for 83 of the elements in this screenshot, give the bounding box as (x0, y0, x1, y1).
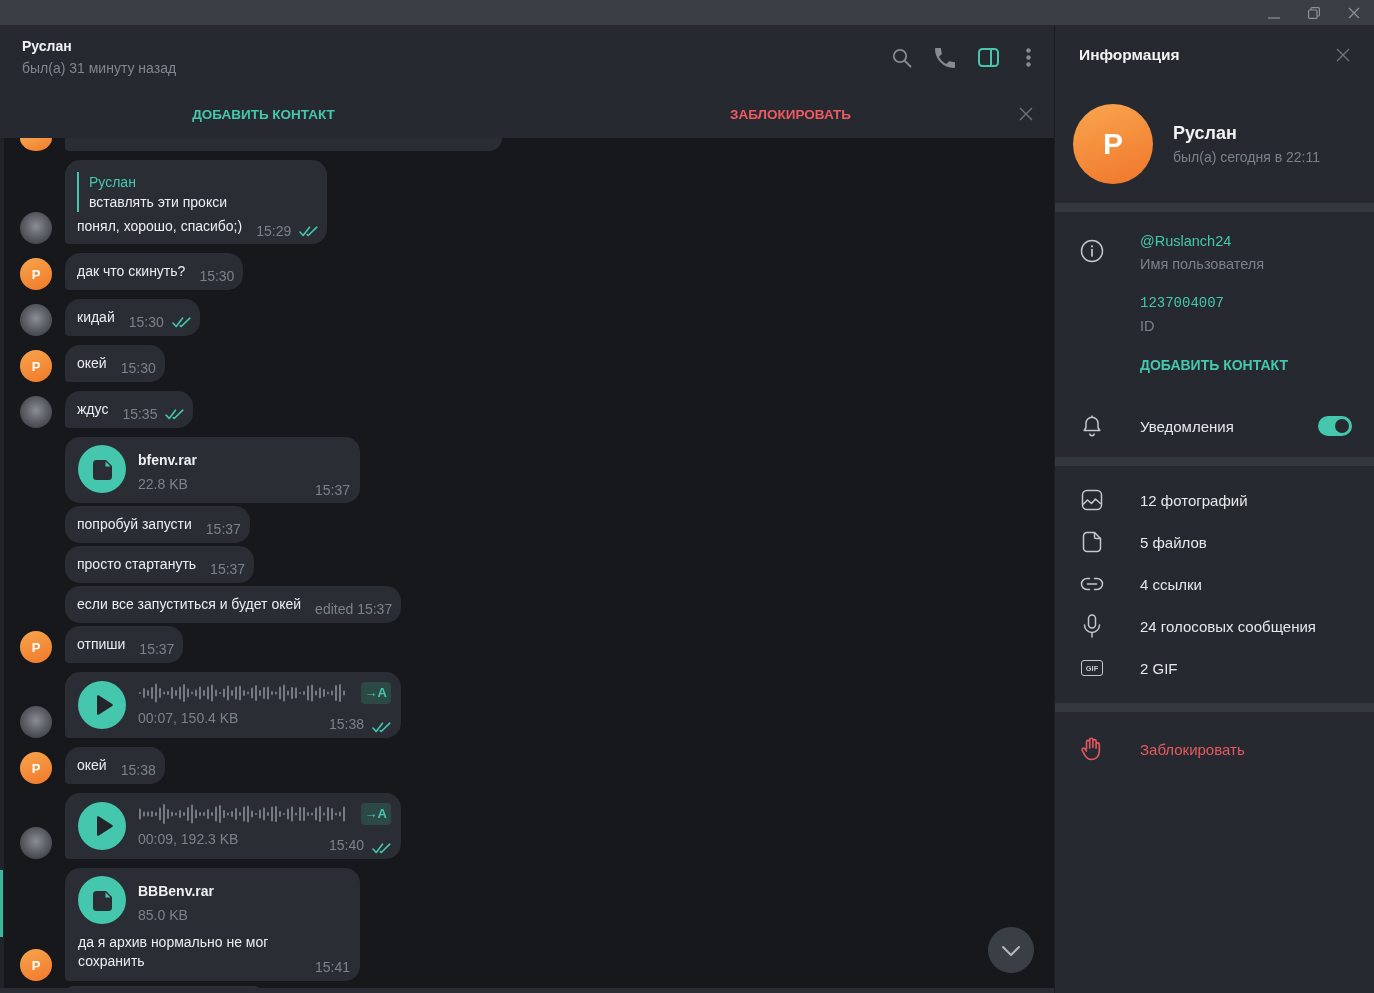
notifications-toggle[interactable] (1318, 416, 1352, 436)
message-text: ждус (77, 400, 109, 419)
message-text: понял, хорошо, спасибо;) (77, 217, 243, 236)
avatar-photo[interactable] (20, 304, 52, 336)
file-icon[interactable] (78, 445, 126, 493)
contact-name: Руслан (22, 37, 73, 55)
message-time: 15:30 (199, 268, 235, 284)
play-button-icon[interactable] (78, 802, 126, 850)
sidebar-toggle-icon[interactable] (978, 48, 999, 67)
reply-author: Руслан (89, 173, 137, 192)
profile-avatar: Р (1073, 104, 1153, 184)
document-icon (1080, 531, 1104, 553)
search-icon[interactable] (892, 47, 912, 68)
link-icon (1080, 577, 1104, 591)
block-button[interactable]: ЗАБЛОКИРОВАТЬ (527, 90, 1054, 138)
message-time: 15:40 (328, 837, 364, 853)
username[interactable]: @Ruslanch24 (1140, 231, 1265, 251)
last-seen-status: был(а) 31 минуту назад (22, 59, 178, 78)
close-icon[interactable] (1336, 48, 1350, 62)
message-text: дак что скинуть? (77, 262, 186, 281)
info-icon (1080, 238, 1104, 263)
waveform-drawing[interactable] (138, 682, 348, 704)
file-name: bfenv.rar (138, 451, 197, 469)
message-time: 15:38 (328, 716, 364, 732)
avatar[interactable] (20, 138, 52, 151)
message-text: просто стартануть (77, 555, 197, 574)
avatar-photo[interactable] (20, 212, 52, 244)
message-text: отпиши (77, 635, 126, 654)
message-time: 15:37 (205, 521, 241, 537)
add-contact-button[interactable]: ДОБАВИТЬ КОНТАКТ (0, 90, 527, 138)
waveform-drawing[interactable] (138, 803, 348, 825)
message-time: 15:37 (314, 482, 350, 498)
reply-text: вставлять эти прокси (89, 193, 228, 212)
message-time: 15:37 (210, 561, 246, 577)
file-size: 85.0 KB (138, 906, 189, 924)
message-time: 15:30 (120, 360, 156, 376)
hand-icon (1080, 737, 1102, 761)
message-text: попробуй запусти (77, 515, 192, 534)
phone-icon[interactable] (935, 47, 955, 68)
block-user-button[interactable]: Заблокировать (1080, 728, 1245, 770)
message-time: 15:41 (314, 959, 350, 975)
transcribe-button[interactable]: →A (360, 803, 391, 825)
voice-duration-size: 00:09, 192.3 KB (138, 830, 239, 848)
avatar-photo[interactable] (20, 706, 52, 738)
close-icon[interactable] (1019, 107, 1033, 121)
active-indicator (0, 870, 3, 937)
file-name: BBBenv.rar (138, 882, 214, 900)
detail-label: Имя пользователя (1140, 255, 1265, 274)
shared-media-item[interactable]: 24 голосовых сообщения (1080, 605, 1352, 647)
notifications-label: Уведомления (1140, 417, 1235, 435)
image-icon (1080, 489, 1104, 511)
file-size: 22.8 KB (138, 475, 189, 493)
close-icon[interactable] (1348, 6, 1360, 19)
message-text: окей (77, 756, 107, 775)
play-button-icon[interactable] (78, 681, 126, 729)
restore-icon[interactable] (1308, 6, 1320, 19)
avatar-photo[interactable] (20, 827, 52, 859)
profile-status: был(а) сегодня в 22:11 (1173, 148, 1320, 167)
message-time: edited 15:37 (315, 601, 393, 617)
voice-duration-size: 00:07, 150.4 KB (138, 709, 239, 727)
message-text: да я архив нормально не мог сохранить (78, 933, 270, 971)
add-contact-button[interactable]: ДОБАВИТЬ КОНТАКТ (1140, 355, 1288, 375)
message-time: 15:29 (256, 223, 292, 239)
shared-media-item[interactable]: 4 ссылки (1080, 563, 1352, 605)
detail-label: ID (1140, 317, 1156, 336)
profile-name: Руслан (1173, 122, 1238, 145)
message-time: 15:38 (120, 762, 156, 778)
avatar-photo[interactable] (20, 396, 52, 428)
message-time: 15:35 (122, 406, 158, 422)
scroll-down-button[interactable] (988, 927, 1034, 973)
message-text: если все запуститься и будет окей (77, 595, 302, 614)
message-text: окей (77, 354, 107, 373)
bell-icon (1080, 414, 1104, 438)
message-time: 15:37 (139, 641, 175, 657)
shared-media-item[interactable]: 5 файлов (1080, 521, 1352, 563)
message-time: 15:30 (128, 314, 164, 330)
panel-title: Информация (1079, 46, 1180, 64)
file-icon[interactable] (78, 876, 126, 924)
more-icon[interactable] (1026, 48, 1031, 67)
message-text: кидай (77, 308, 115, 327)
user-id[interactable]: 1237004007 (1140, 293, 1224, 313)
shared-media-item[interactable]: 12 фотографий (1080, 479, 1352, 521)
transcribe-button[interactable]: →A (360, 682, 391, 704)
